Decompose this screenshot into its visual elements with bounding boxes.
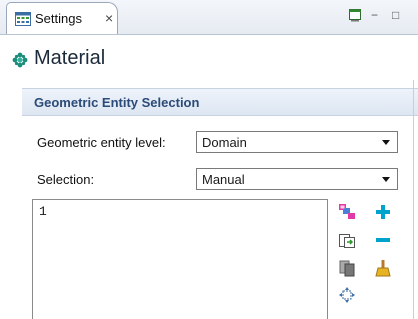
tab-bar: Settings × − □ [0, 0, 418, 35]
copy-icon[interactable] [338, 259, 356, 277]
remove-icon[interactable] [374, 231, 392, 249]
list-item[interactable]: 1 [39, 204, 47, 219]
add-icon[interactable] [374, 203, 392, 221]
chevron-down-icon [382, 177, 390, 182]
material-icon [12, 52, 28, 68]
panel-right-edge [413, 80, 414, 319]
tab-settings-label: Settings [35, 11, 82, 26]
page-title: Material [34, 47, 106, 69]
zoom-to-selection-icon[interactable] [338, 286, 356, 304]
section-header-geometric-entity-selection[interactable]: Geometric Entity Selection [22, 88, 418, 116]
minimize-icon[interactable]: − [371, 8, 378, 22]
select-objects-icon[interactable] [338, 203, 356, 221]
selection-list[interactable]: 1 [32, 199, 328, 319]
entity-level-select[interactable]: Domain [196, 131, 398, 153]
clear-icon[interactable] [374, 259, 392, 277]
chevron-down-icon [382, 140, 390, 145]
selection-select[interactable]: Manual [196, 168, 398, 190]
new-window-icon[interactable] [348, 8, 362, 22]
entity-level-label: Geometric entity level: [37, 135, 166, 150]
selection-label: Selection: [37, 172, 95, 187]
maximize-icon[interactable]: □ [392, 8, 399, 22]
settings-grid-icon [15, 12, 31, 26]
section-title: Geometric Entity Selection [34, 95, 200, 110]
entity-level-value: Domain [202, 135, 247, 150]
paste-icon[interactable] [338, 231, 356, 249]
tab-settings[interactable]: Settings × [6, 2, 118, 34]
tab-close-icon[interactable]: × [105, 10, 113, 26]
selection-value: Manual [202, 172, 245, 187]
